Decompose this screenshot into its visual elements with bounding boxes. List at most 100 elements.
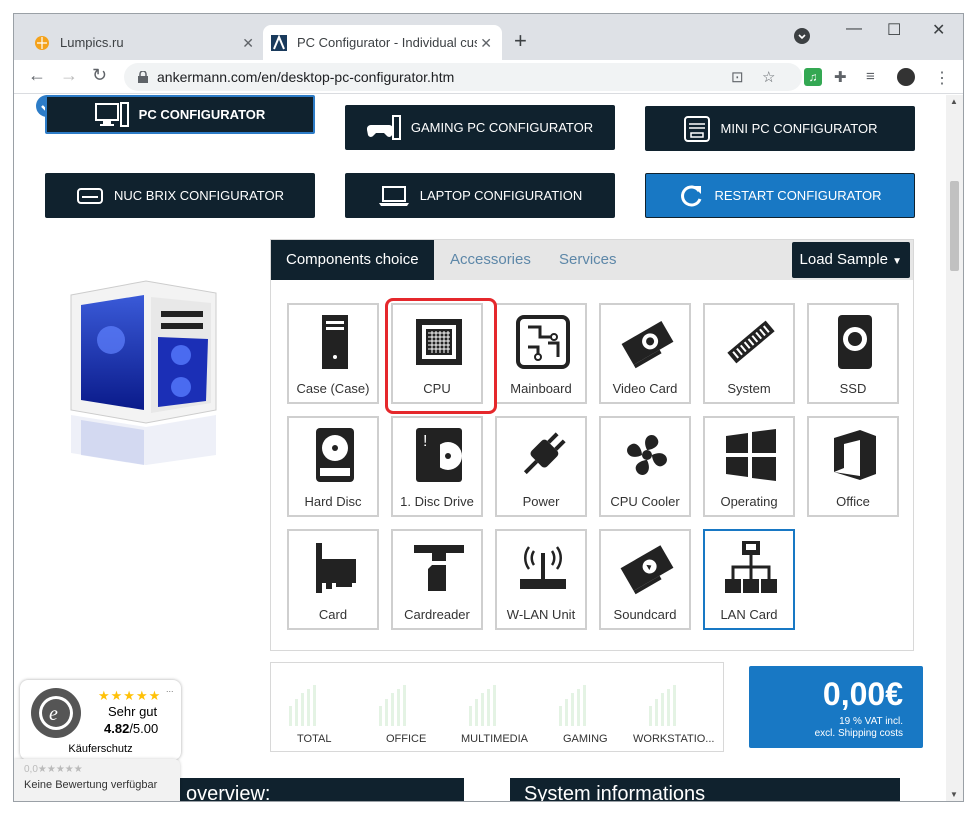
close-window-icon[interactable]: ✕ xyxy=(932,20,945,40)
maximize-icon[interactable]: ☐ xyxy=(887,20,901,40)
no-rating-stars: ★★★★★ xyxy=(37,764,83,775)
component-video-card[interactable]: Video Card xyxy=(599,303,691,404)
restart-configurator-button[interactable]: RESTART CONFIGURATOR xyxy=(645,173,915,218)
music-extension-icon[interactable]: ♫ xyxy=(804,68,822,86)
more-icon[interactable]: ... xyxy=(166,684,174,694)
tab-accessories[interactable]: Accessories xyxy=(450,240,531,280)
svg-text:!: ! xyxy=(423,433,427,450)
benchmark-label: WORKSTATIO... xyxy=(633,733,715,745)
scroll-down-icon[interactable]: ▼ xyxy=(950,790,958,799)
component-case[interactable]: Case (Case) xyxy=(287,303,379,404)
browser-tab-configurator[interactable]: PC Configurator - Individual custo ✕ xyxy=(263,25,502,60)
overview-heading: overview: xyxy=(154,778,464,801)
rating-score-max: /5.00 xyxy=(129,721,159,736)
component-wlan-unit[interactable]: W-LAN Unit xyxy=(495,529,587,630)
kebab-menu-icon[interactable]: ⋮ xyxy=(934,68,952,87)
nuc-icon xyxy=(77,187,103,204)
close-tab-icon[interactable]: ✕ xyxy=(480,35,492,52)
panel-tabs: Components choice Accessories Services L… xyxy=(271,240,913,280)
laptop-icon xyxy=(378,185,409,206)
tower-case-icon xyxy=(322,315,348,369)
pc-case-product-image xyxy=(70,280,217,465)
rating-text: Sehr gut xyxy=(108,704,158,719)
reload-icon[interactable]: ↻ xyxy=(92,65,107,86)
component-label: CPU Cooler xyxy=(610,494,680,509)
no-rating-widget[interactable]: 0,0★★★★★ Keine Bewertung verfügbar xyxy=(14,759,180,801)
component-label: Office xyxy=(836,494,870,509)
component-operating[interactable]: Operating xyxy=(703,416,795,517)
rating-stars: ★★★★★ xyxy=(98,688,162,703)
network-icon xyxy=(725,541,777,593)
component-label: Card xyxy=(318,607,348,622)
gaming-pc-configurator-button[interactable]: GAMING PC CONFIGURATOR xyxy=(345,105,615,150)
component-label: LAN Card xyxy=(720,607,778,622)
component-label: Operating xyxy=(720,494,778,509)
scroll-thumb[interactable] xyxy=(950,181,959,271)
avatar[interactable] xyxy=(897,68,915,86)
svg-text:e: e xyxy=(49,703,58,725)
trusted-shops-badge[interactable]: e ★★★★★ ... Sehr gut 4.82/5.00 Käufersch… xyxy=(20,680,181,760)
pc-configurator-button[interactable]: PC CONFIGURATOR xyxy=(45,95,315,134)
power-plug-icon xyxy=(523,432,566,475)
component-office[interactable]: Office xyxy=(807,416,899,517)
component-label: SSD xyxy=(839,381,867,396)
component-label: Soundcard xyxy=(613,607,677,622)
url-field[interactable]: ankermann.com/en/desktop-pc-configurator… xyxy=(124,63,802,91)
component-mainboard[interactable]: Mainboard xyxy=(495,303,587,404)
component-power[interactable]: Power xyxy=(495,416,587,517)
button-label: PC CONFIGURATOR xyxy=(138,107,266,122)
media-control-icon[interactable]: ≡ xyxy=(866,68,884,86)
benchmark-label: MULTIMEDIA xyxy=(461,733,529,745)
profile-dropdown-icon[interactable] xyxy=(794,28,810,44)
trusted-shops-seal-icon: e xyxy=(31,688,81,738)
tab-components-choice[interactable]: Components choice xyxy=(271,240,434,280)
benchmark-label: TOTAL xyxy=(297,733,332,745)
component-system[interactable]: System xyxy=(703,303,795,404)
tab-title: PC Configurator - Individual custo xyxy=(297,35,477,50)
mainboard-icon xyxy=(516,315,570,369)
component-label: W-LAN Unit xyxy=(506,607,576,622)
component-lan-card[interactable]: LAN Card xyxy=(703,529,795,630)
hard-disc-icon xyxy=(316,428,354,482)
scroll-up-icon[interactable]: ▲ xyxy=(950,97,958,106)
cardreader-icon xyxy=(414,545,464,591)
shipping-note: excl. Shipping costs xyxy=(814,728,903,739)
lock-icon xyxy=(138,70,148,83)
minimize-icon[interactable]: — xyxy=(846,20,862,38)
new-tab-icon[interactable]: + xyxy=(514,28,527,54)
component-ssd[interactable]: SSD xyxy=(807,303,899,404)
caret-down-icon: ▼ xyxy=(892,256,902,267)
button-label: RESTART CONFIGURATOR xyxy=(714,188,882,203)
tab-title: Lumpics.ru xyxy=(60,35,124,50)
nuc-brix-configurator-button[interactable]: NUC BRIX CONFIGURATOR xyxy=(45,173,315,218)
component-card[interactable]: Card xyxy=(287,529,379,630)
performance-benchmark: TOTAL OFFICE MULTIMEDIA GAMING WORKSTATI… xyxy=(270,662,724,752)
component-soundcard[interactable]: Soundcard xyxy=(599,529,691,630)
bookmark-star-icon[interactable]: ☆ xyxy=(762,68,775,86)
component-disc-drive[interactable]: ! 1. Disc Drive xyxy=(391,416,483,517)
component-hard-disc[interactable]: Hard Disc xyxy=(287,416,379,517)
pc-icon xyxy=(94,101,129,127)
mini-pc-configurator-button[interactable]: MINI PC CONFIGURATOR xyxy=(645,106,915,151)
component-cardreader[interactable]: Cardreader xyxy=(391,529,483,630)
rating-score: 4.82/5.00 xyxy=(104,721,158,736)
tab-services[interactable]: Services xyxy=(559,240,617,280)
soundcard-icon xyxy=(620,545,674,595)
close-tab-icon[interactable]: ✕ xyxy=(242,35,254,52)
browser-tab-lumpics[interactable]: Lumpics.ru ✕ xyxy=(26,25,264,60)
address-bar: ← → ↻ ankermann.com/en/desktop-pc-config… xyxy=(14,60,963,94)
translate-icon[interactable]: ⊡ xyxy=(731,68,744,86)
buyer-protection-label: Käuferschutz xyxy=(68,743,133,755)
system-informations-heading: System informations xyxy=(510,778,900,801)
page-scrollbar[interactable]: ▲ ▼ xyxy=(946,95,963,801)
benchmark-bars-graphic xyxy=(289,685,676,726)
component-cpu-cooler[interactable]: CPU Cooler xyxy=(599,416,691,517)
extensions-puzzle-icon[interactable]: ✚ xyxy=(834,68,852,86)
rating-score-value: 4.82 xyxy=(104,721,130,736)
ssd-drive-icon xyxy=(838,315,872,369)
forward-icon[interactable]: → xyxy=(60,65,78,86)
load-sample-button[interactable]: Load Sample ▼ xyxy=(791,242,910,278)
laptop-configuration-button[interactable]: LAPTOP CONFIGURATION xyxy=(345,173,615,218)
button-label: NUC BRIX CONFIGURATOR xyxy=(114,188,284,203)
back-icon[interactable]: ← xyxy=(28,65,46,86)
